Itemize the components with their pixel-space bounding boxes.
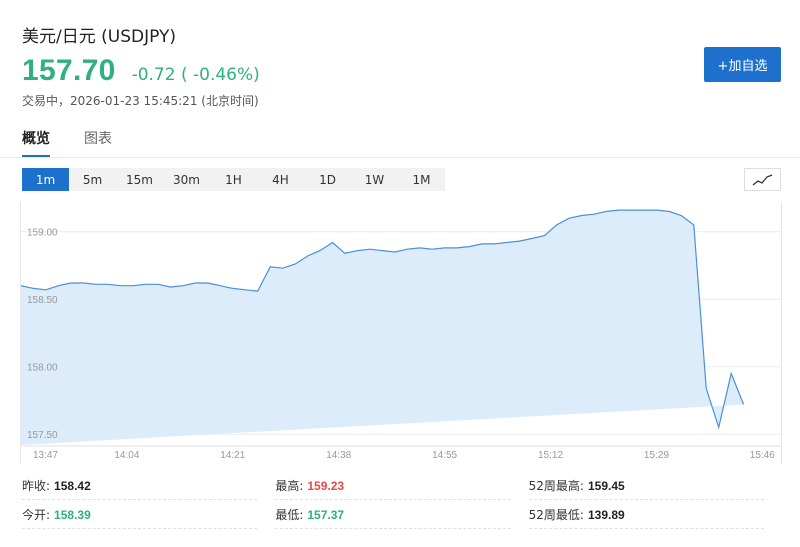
- stat-prev-close: 昨收: 158.42: [22, 471, 275, 500]
- period-5m[interactable]: 5m: [69, 168, 116, 191]
- stat-value: 158.42: [54, 478, 91, 493]
- tab-chart[interactable]: 图表: [84, 128, 112, 157]
- period-4h[interactable]: 4H: [257, 168, 304, 191]
- price-chart-svg: 159.00 158.50 158.00 157.50 13:47 14:04 14:21 1…: [21, 209, 781, 461]
- period-1m[interactable]: 1m: [22, 168, 69, 191]
- line-chart-icon: [752, 173, 772, 186]
- stat-label: 今开:: [22, 508, 51, 522]
- y-tick-label: 159.00: [27, 228, 58, 239]
- stat-value: 159.45: [587, 478, 625, 493]
- period-1h[interactable]: 1H: [210, 168, 257, 191]
- tabs-divider: [0, 157, 800, 158]
- stat-value: 157.37: [307, 507, 345, 522]
- y-tick-label: 157.50: [27, 430, 58, 441]
- stat-label: 52周最低:: [528, 508, 584, 522]
- stats-panel: 昨收: 158.42 最高: 159.23 52周最高: 159.45 今开: …: [22, 471, 782, 529]
- chart-type-toggle[interactable]: [744, 168, 781, 191]
- stat-low: 最低: 157.37: [275, 500, 528, 529]
- stat-label: 昨收:: [22, 479, 51, 493]
- stat-label: 52周最高:: [528, 479, 584, 493]
- tab-overview[interactable]: 概览: [22, 128, 50, 157]
- instrument-title: 美元/日元 (USDJPY): [22, 27, 176, 47]
- price-chart[interactable]: 159.00 158.50 158.00 157.50 13:47 14:04 14:21 1…: [20, 202, 782, 464]
- x-tick-label: 14:55: [432, 450, 457, 461]
- period-30m[interactable]: 30m: [163, 168, 210, 191]
- trading-status: 交易中，2026-01-23 15:45:21 (北京时间): [22, 94, 259, 108]
- stats-row: 昨收: 158.42 最高: 159.23 52周最高: 159.45: [22, 471, 782, 500]
- period-15m[interactable]: 15m: [116, 168, 163, 191]
- x-tick-label: 14:21: [220, 450, 245, 461]
- stat-52w-high: 52周最高: 159.45: [528, 471, 782, 500]
- stat-value: 139.89: [587, 507, 625, 522]
- x-tick-label: 15:12: [538, 450, 563, 461]
- current-price: 157.70: [22, 54, 116, 87]
- y-tick-label: 158.00: [27, 363, 58, 374]
- stat-open: 今开: 158.39: [22, 500, 275, 529]
- period-1d[interactable]: 1D: [304, 168, 351, 191]
- view-tabs: 概览 图表: [22, 128, 146, 157]
- stat-52w-low: 52周最低: 139.89: [528, 500, 782, 529]
- stat-value: 159.23: [307, 478, 345, 493]
- stats-row: 今开: 158.39 最低: 157.37 52周最低: 139.89: [22, 500, 782, 529]
- price-area: [21, 210, 744, 445]
- x-tick-label: 14:04: [114, 450, 139, 461]
- y-tick-label: 158.50: [27, 295, 58, 306]
- x-tick-label: 14:38: [326, 450, 351, 461]
- x-tick-label: 15:46: [750, 450, 775, 461]
- add-to-watchlist-button[interactable]: +加自选: [704, 47, 781, 82]
- period-1mo[interactable]: 1M: [398, 168, 445, 191]
- stat-label: 最高:: [275, 479, 304, 493]
- x-tick-label: 15:29: [644, 450, 669, 461]
- period-1w[interactable]: 1W: [351, 168, 398, 191]
- price-row: 157.70 -0.72 ( -0.46%): [22, 54, 260, 90]
- x-tick-label: 13:47: [33, 450, 58, 461]
- stat-label: 最低:: [275, 508, 304, 522]
- stat-value: 158.39: [54, 507, 91, 522]
- period-selector: 1m 5m 15m 30m 1H 4H 1D 1W 1M: [22, 168, 445, 191]
- stat-high: 最高: 159.23: [275, 471, 528, 500]
- price-change: -0.72 ( -0.46%): [131, 65, 260, 85]
